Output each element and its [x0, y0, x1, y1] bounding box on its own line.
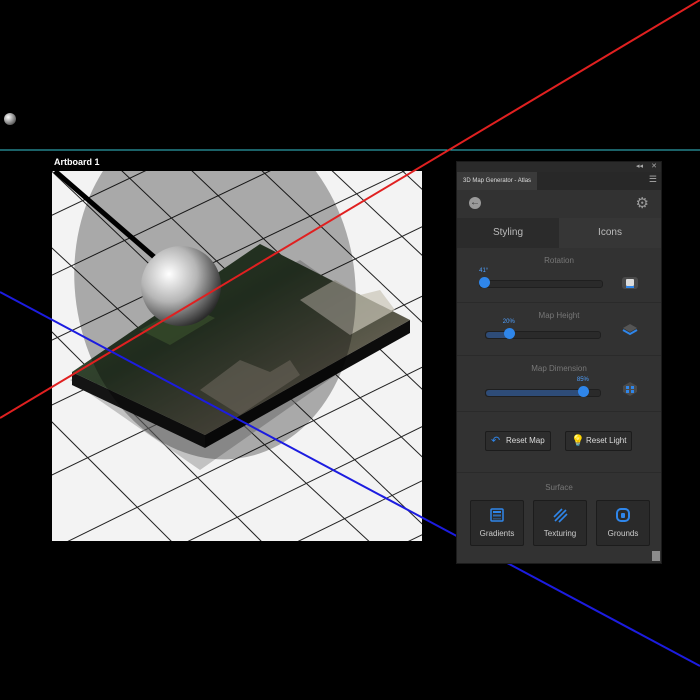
gear-icon[interactable]: ⚙ — [636, 194, 649, 212]
back-arrow-icon[interactable]: ← — [469, 197, 481, 209]
rotation-cube-icon — [622, 277, 638, 289]
map-dimension-icon — [623, 382, 637, 396]
ground-icon — [616, 508, 630, 522]
map-height-value: 20% — [502, 319, 515, 325]
map-height-section: Map Height 20% — [457, 303, 661, 356]
lightbulb-icon: 💡 — [571, 435, 585, 447]
tab-styling[interactable]: Styling — [457, 218, 559, 248]
map-dimension-value: 85% — [576, 377, 589, 383]
panel-tab[interactable]: 3D Map Generator - Atlas — [457, 172, 538, 190]
map-height-title: Map Height — [538, 311, 580, 320]
map-height-slider-knob[interactable] — [503, 328, 515, 339]
reset-light-button[interactable]: 💡 Reset Light — [565, 431, 633, 451]
texture-stripes-icon — [553, 508, 568, 523]
light-sphere[interactable] — [141, 246, 221, 326]
close-icon[interactable]: ✕ — [651, 162, 657, 171]
surface-tile-gradients[interactable]: Gradients — [470, 500, 524, 546]
rotation-section: Rotation 41° — [457, 248, 661, 303]
surface-tile-texturing[interactable]: Texturing — [533, 500, 587, 546]
rotation-title: Rotation — [544, 256, 574, 265]
reset-map-label: Reset Map — [506, 436, 545, 445]
plugin-panel[interactable]: ◂◂ ✕ 3D Map Generator - Atlas ☰ ← ⚙ Styl… — [456, 161, 662, 564]
surface-section: Surface — [457, 473, 661, 492]
undo-arrow-icon: ↶ — [491, 435, 501, 447]
rotation-slider[interactable]: 41° — [478, 268, 603, 288]
rotation-value: 41° — [479, 268, 489, 274]
tab-icons[interactable]: Icons — [559, 218, 661, 248]
map-dimension-slider-knob[interactable] — [577, 386, 589, 397]
map-height-icon — [622, 324, 638, 336]
surface-tile-grounds[interactable]: Grounds — [596, 500, 650, 546]
reset-section: ↶ Reset Map 💡 Reset Light — [457, 412, 661, 473]
surface-tile-label: Texturing — [543, 529, 577, 538]
reset-light-label: Reset Light — [586, 436, 627, 445]
collapse-icon[interactable]: ◂◂ — [636, 162, 643, 171]
hamburger-menu-icon[interactable]: ☰ — [649, 174, 657, 185]
surface-tile-label: Gradients — [479, 529, 515, 538]
panel-titlebar: ◂◂ ✕ — [457, 162, 661, 172]
surface-title: Surface — [545, 483, 573, 492]
map-height-slider[interactable]: 20% — [485, 319, 601, 339]
reset-map-button[interactable]: ↶ Reset Map — [485, 431, 551, 451]
map-dimension-slider[interactable]: 85% — [485, 377, 601, 397]
main-tabs: Styling Icons — [457, 218, 661, 248]
artboard-label: Artboard 1 — [54, 157, 100, 167]
gradient-icon — [490, 508, 504, 522]
rotation-slider-knob[interactable] — [478, 277, 490, 288]
surface-tile-label: Grounds — [607, 529, 639, 538]
resize-grip[interactable] — [652, 551, 660, 561]
map-dimension-title: Map Dimension — [531, 364, 587, 373]
panel-toolbar: ← ⚙ — [457, 190, 661, 218]
panel-tabbar: 3D Map Generator - Atlas ☰ — [457, 172, 661, 190]
light-sphere-small[interactable] — [4, 113, 16, 125]
map-dimension-section: Map Dimension 85% — [457, 356, 661, 412]
